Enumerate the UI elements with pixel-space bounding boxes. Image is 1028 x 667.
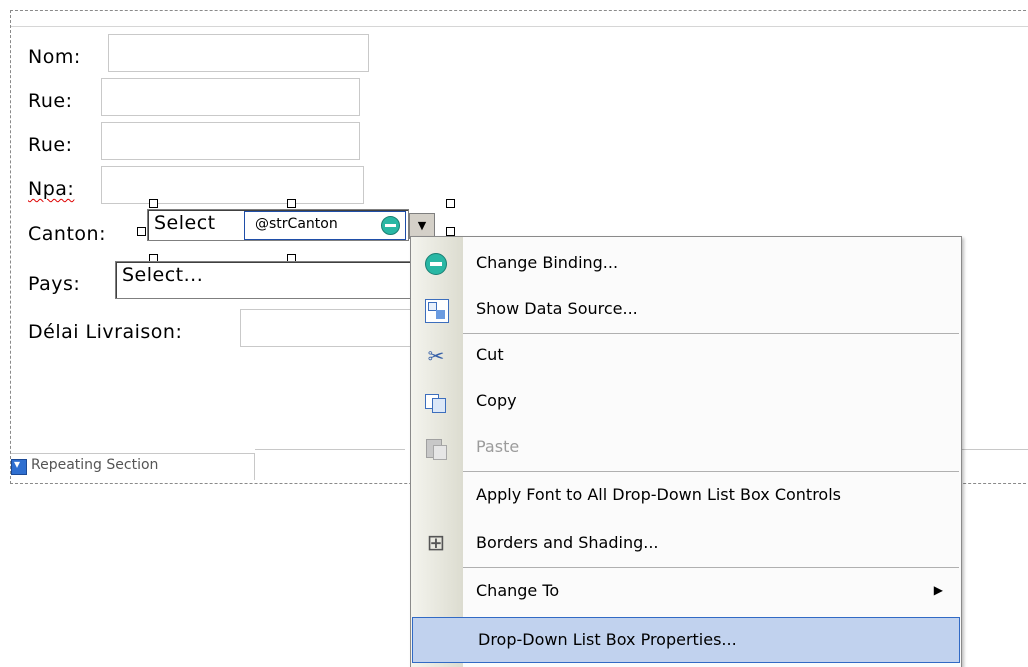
menu-item-cut[interactable]: ✂ Cut [411,333,961,377]
binding-icon [381,216,400,235]
rue-field-2[interactable] [101,122,360,160]
menu-item-label: Change To [476,581,560,600]
scissors-icon: ✂ [427,344,445,368]
menu-item-label: Apply Font to All Drop-Down List Box Con… [476,485,841,504]
menu-item-label: Cut [476,345,504,364]
menu-item-label: Change Binding... [476,253,619,272]
pays-dropdown[interactable]: Select... [115,261,417,299]
section-divider [11,26,1028,27]
menu-item-label: Drop-Down List Box Properties... [478,630,737,649]
repeating-section-label: Repeating Section [31,457,159,473]
menu-separator [463,471,959,472]
section-bottom-line [955,449,1028,450]
resize-handle[interactable] [446,199,455,208]
section-menu-icon[interactable] [11,457,27,475]
rue-field-1[interactable] [101,78,360,116]
copy-icon [425,391,447,413]
context-menu: Change Binding... Show Data Source... ✂ … [410,236,962,667]
submenu-arrow-icon: ▶ [933,583,943,597]
menu-item-borders-shading[interactable]: ⊞ Borders and Shading... [411,521,961,565]
label-delai-livraison: Délai Livraison: [28,321,183,343]
label-rue-2: Rue: [28,134,73,156]
menu-item-change-binding[interactable]: Change Binding... [411,241,961,285]
menu-item-label: Borders and Shading... [476,533,659,552]
nom-field[interactable] [108,34,369,72]
label-canton: Canton: [28,223,106,245]
binding-icon [425,253,447,275]
menu-item-label: Show Data Source... [476,299,638,318]
pays-dropdown-value: Select... [122,264,204,286]
menu-item-apply-font[interactable]: Apply Font to All Drop-Down List Box Con… [411,473,961,517]
menu-item-change-to[interactable]: Change To ▶ [411,569,961,613]
binding-tag: @strCanton [244,211,406,240]
npa-field[interactable] [101,166,364,204]
binding-tag-label: @strCanton [255,216,338,232]
menu-item-label: Copy [476,391,517,410]
canton-dropdown-value: Select [154,212,216,234]
label-nom: Nom: [28,46,81,68]
menu-item-label: Paste [476,437,520,456]
menu-item-properties[interactable]: Drop-Down List Box Properties... [412,617,960,663]
menu-separator [463,567,959,568]
label-rue-1: Rue: [28,90,73,112]
resize-handle[interactable] [446,227,455,236]
repeating-section-tab[interactable]: Repeating Section [11,453,255,480]
menu-item-paste[interactable]: Paste [411,425,961,469]
label-pays: Pays: [28,273,81,295]
data-source-icon [425,299,449,323]
delai-livraison-field[interactable] [240,309,422,347]
label-npa: Npa: [28,178,75,200]
resize-handle[interactable] [149,199,158,208]
resize-handle[interactable] [287,199,296,208]
menu-item-copy[interactable]: Copy [411,379,961,423]
paste-icon [425,437,447,460]
resize-handle[interactable] [137,227,146,236]
menu-item-show-data-source[interactable]: Show Data Source... [411,287,961,331]
section-bottom-line [255,449,405,450]
borders-icon: ⊞ [426,531,446,556]
